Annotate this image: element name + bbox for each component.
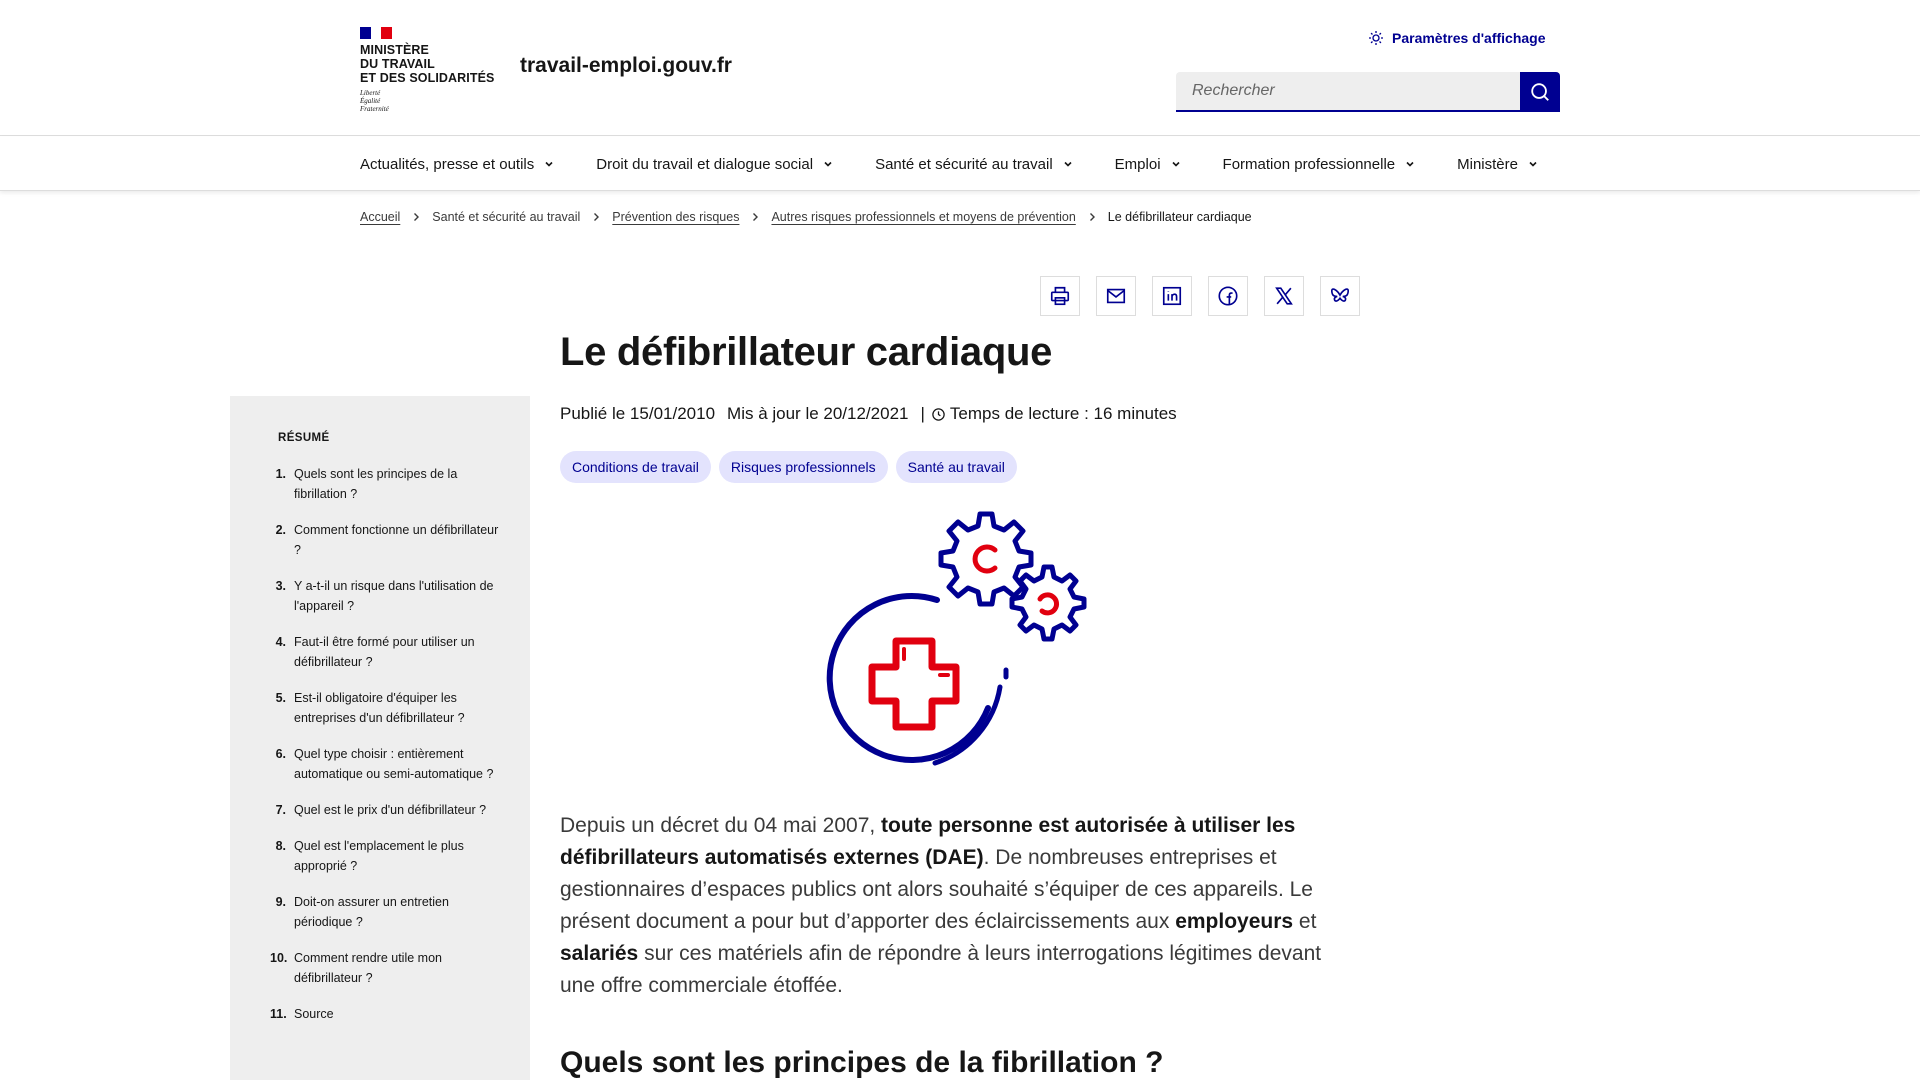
nav-item-ministere[interactable]: Ministère <box>1457 156 1538 173</box>
x-share-button[interactable] <box>1264 276 1304 316</box>
page-title: Le défibrillateur cardiaque <box>560 330 1053 374</box>
chevron-right-icon <box>1089 213 1095 221</box>
chevron-right-icon <box>753 213 759 221</box>
chevron-down-icon <box>545 161 553 167</box>
tag-sante-au-travail[interactable]: Santé au travail <box>895 451 1017 483</box>
article-meta: Publié le 15/01/2010 Mis à jour le 20/12… <box>560 404 1177 424</box>
summary-sidebar: RÉSUMÉ 1. Quels sont les principes de la … <box>230 396 530 1080</box>
search-input[interactable] <box>1176 72 1520 112</box>
breadcrumb-sante-securite[interactable]: Santé et sécurité au travail <box>432 210 580 224</box>
ministry-logo[interactable]: Ministère du Travail et des Solidarités … <box>360 27 500 113</box>
chevron-down-icon <box>1171 161 1180 167</box>
summary-list: 1. Quels sont les principes de la fibrill… <box>270 464 500 1040</box>
nav-item-actualites[interactable]: Actualités, presse et outils <box>360 156 554 173</box>
main-navigation: Actualités, presse et outils Droit du tr… <box>0 137 1920 191</box>
summary-item[interactable]: 4. Faut-il être formé pour utiliser un dé… <box>270 632 500 672</box>
linkedin-icon <box>1162 286 1182 306</box>
section-title: Quels sont les principes de la fibrillat… <box>560 1046 1164 1079</box>
nav-item-sante-securite[interactable]: Santé et sécurité au travail <box>875 156 1073 173</box>
chevron-down-icon <box>1064 161 1072 167</box>
clock-icon <box>932 407 945 421</box>
gear-icon <box>1009 564 1087 642</box>
mail-share-button[interactable] <box>1096 276 1136 316</box>
search-button[interactable] <box>1520 72 1560 112</box>
marianne-flag-icon <box>360 27 393 39</box>
summary-item[interactable]: 5. Est-il obligatoire d'équiper les entre… <box>270 688 500 728</box>
ministry-name: Ministère du Travail et des Solidarités <box>360 43 495 85</box>
chevron-down-icon <box>824 161 832 167</box>
published-date: Publié le 15/01/2010 <box>560 404 716 423</box>
chevron-down-icon <box>1529 161 1537 167</box>
bluesky-icon <box>1330 288 1350 302</box>
print-icon <box>1050 286 1070 306</box>
tag-list: Conditions de travail Risques profession… <box>560 451 1017 483</box>
chevron-right-icon <box>414 213 420 221</box>
search-bar <box>1176 72 1560 112</box>
facebook-share-button[interactable] <box>1208 276 1248 316</box>
bluesky-share-button[interactable] <box>1320 276 1360 316</box>
summary-item[interactable]: 8. Quel est l'emplacement le plus appropr… <box>270 836 500 876</box>
summary-item[interactable]: 9. Doit-on assurer un entretien périodiqu… <box>270 892 500 932</box>
x-icon <box>1275 287 1293 305</box>
nav-item-formation[interactable]: Formation professionnelle <box>1223 156 1416 173</box>
tag-conditions-de-travail[interactable]: Conditions de travail <box>560 451 711 483</box>
article-intro: Depuis un décret du 04 mai 2007, toute p… <box>560 814 1322 997</box>
breadcrumb-accueil[interactable]: Accueil <box>360 210 400 224</box>
linkedin-share-button[interactable] <box>1152 276 1192 316</box>
breadcrumb-prevention-risques[interactable]: Prévention des risques <box>612 210 739 224</box>
summary-item[interactable]: 7. Quel est le prix d'un défibrillateur ? <box>270 800 500 820</box>
chevron-down-icon <box>1406 161 1414 167</box>
summary-item[interactable]: 10. Comment rendre utile mon défibrillate… <box>270 948 500 988</box>
red-cross-icon <box>868 637 960 731</box>
breadcrumb: Accueil Santé et sécurité au travail Pré… <box>360 210 1252 224</box>
nav-item-emploi[interactable]: Emploi <box>1115 156 1181 173</box>
summary-item[interactable]: 11. Source <box>270 1004 500 1024</box>
display-settings-button[interactable]: Paramètres d'affichage <box>1368 30 1546 46</box>
print-button[interactable] <box>1040 276 1080 316</box>
gear-icon <box>938 511 1034 607</box>
meta-separator: | <box>920 404 925 423</box>
republic-motto: Liberté Égalité Fraternité <box>360 89 389 113</box>
mail-icon <box>1106 288 1126 304</box>
chevron-right-icon <box>594 213 600 221</box>
facebook-icon <box>1218 286 1238 306</box>
share-toolbar <box>1040 276 1360 316</box>
updated-date: Mis à jour le 20/12/2021 <box>727 404 909 423</box>
breadcrumb-autres-risques[interactable]: Autres risques professionnels et moyens … <box>771 210 1075 224</box>
summary-item[interactable]: 6. Quel type choisir : entièrement automa… <box>270 744 500 784</box>
site-name[interactable]: travail-emploi.gouv.fr <box>520 54 732 78</box>
search-icon <box>1531 83 1549 101</box>
nav-item-droit-du-travail[interactable]: Droit du travail et dialogue social <box>596 156 833 173</box>
medical-gears-illustration <box>826 511 1087 766</box>
breadcrumb-current: Le défibrillateur cardiaque <box>1107 210 1252 224</box>
reading-time: Temps de lecture : 16 minutes <box>949 404 1177 423</box>
tag-risques-professionnels[interactable]: Risques professionnels <box>718 451 888 483</box>
site-header: Ministère du Travail et des Solidarités … <box>0 0 1920 136</box>
sun-icon <box>1369 31 1383 45</box>
summary-item[interactable]: 1. Quels sont les principes de la fibrill… <box>270 464 500 504</box>
summary-item[interactable]: 3. Y a-t-il un risque dans l'utilisation … <box>270 576 500 616</box>
summary-item[interactable]: 2. Comment fonctionne un défibrillateur ? <box>270 520 500 560</box>
summary-title: RÉSUMÉ <box>278 432 330 444</box>
